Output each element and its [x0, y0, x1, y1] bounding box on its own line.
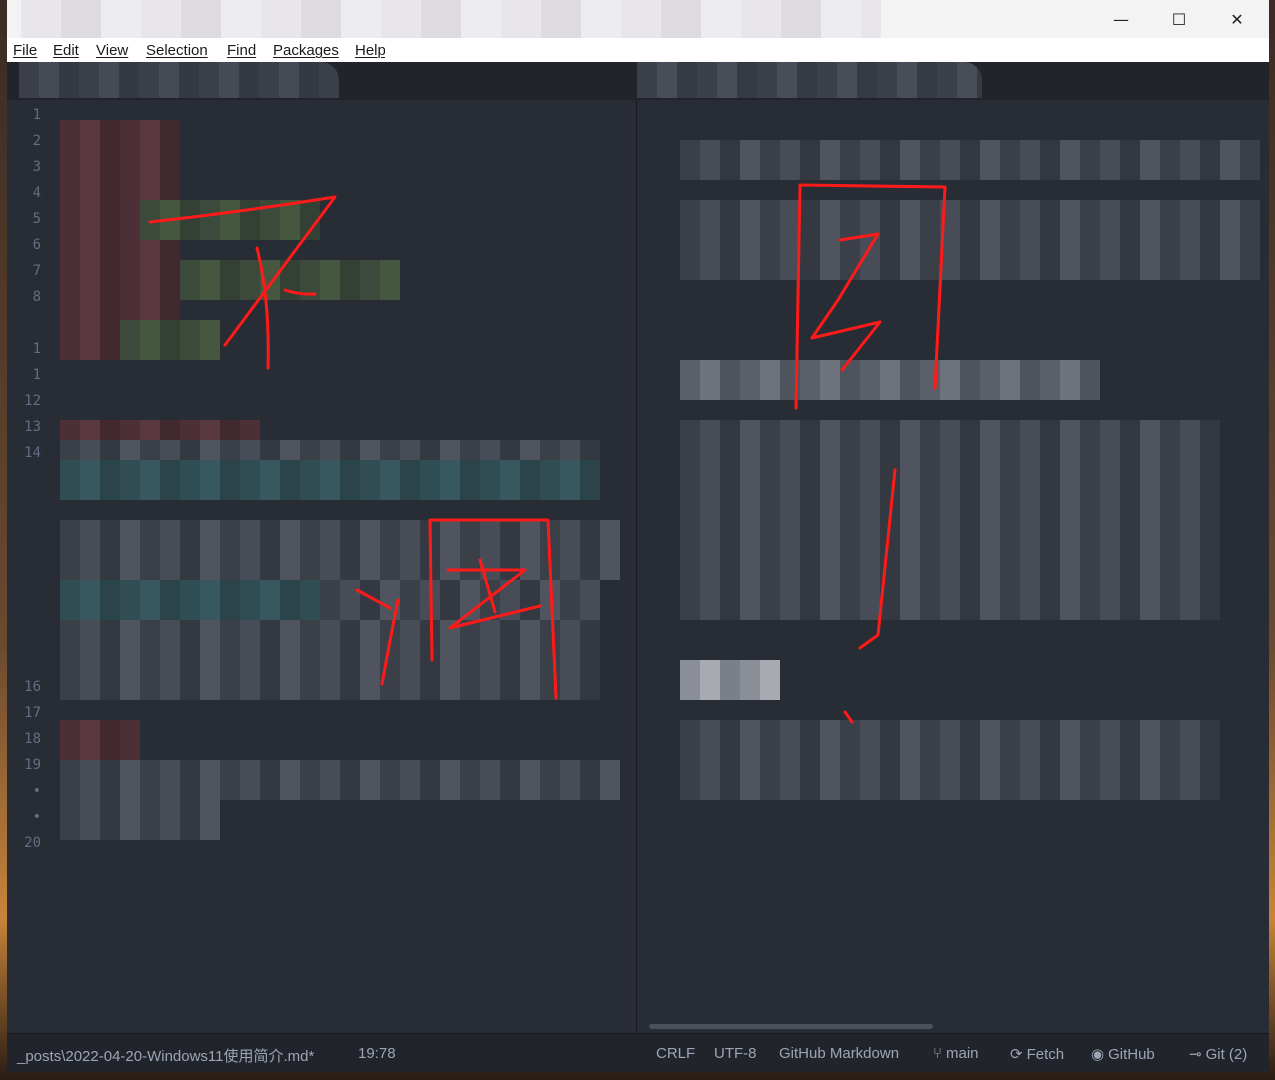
preview-horizontal-scrollbar[interactable] — [649, 1024, 933, 1029]
line-number: 19 — [24, 757, 41, 773]
blurred-title — [21, 0, 881, 38]
minimize-icon: — — [1113, 9, 1129, 29]
git-commit-icon: ⊸ — [1189, 1046, 1202, 1063]
git-branch-icon: ⑂ — [933, 1045, 943, 1062]
line-number: 8 — [32, 289, 41, 305]
blurred-code — [60, 460, 600, 500]
blurred-code — [140, 200, 320, 240]
line-number: 16 — [24, 679, 41, 695]
line-ending-select[interactable]: CRLF — [656, 1045, 695, 1062]
git-button[interactable]: ⊸ Git (2) — [1189, 1045, 1247, 1063]
file-path-label[interactable]: _posts\2022-04-20-Windows11使用简介.md* — [17, 1045, 314, 1066]
line-number: 20 — [24, 835, 41, 851]
minimize-button[interactable]: — — [1092, 0, 1150, 38]
line-number: 12 — [24, 393, 41, 409]
github-icon: ◉ — [1091, 1046, 1105, 1063]
menu-bar: File Edit View Selection Find Packages H… — [7, 38, 1269, 62]
cursor-position[interactable]: 19:78 — [358, 1045, 396, 1062]
line-number: 4 — [32, 185, 41, 201]
blurred-preview — [680, 720, 1220, 800]
tab-bar — [7, 62, 1269, 100]
blurred-code — [60, 760, 620, 800]
line-number: 1 — [32, 341, 41, 357]
line-number: 14 — [24, 445, 41, 461]
blurred-preview — [680, 140, 1260, 180]
blurred-code — [60, 520, 620, 580]
line-number: 1 — [32, 107, 41, 123]
fetch-button[interactable]: ⟳ Fetch — [1010, 1045, 1064, 1063]
blurred-code — [60, 800, 220, 840]
git-label: Git (2) — [1205, 1046, 1248, 1063]
line-number: 5 — [32, 211, 41, 227]
menu-selection[interactable]: Selection — [146, 42, 208, 59]
line-number: 2 — [32, 133, 41, 149]
github-label: GitHub — [1108, 1046, 1155, 1063]
markdown-preview-pane[interactable] — [637, 100, 1269, 1033]
blurred-preview — [680, 480, 1220, 620]
github-button[interactable]: ◉ GitHub — [1091, 1045, 1155, 1063]
status-bar: _posts\2022-04-20-Windows11使用简介.md* 19:7… — [7, 1033, 1269, 1072]
blurred-code — [320, 580, 600, 620]
line-number: • — [32, 809, 41, 825]
blurred-code — [120, 320, 220, 360]
blurred-code — [60, 620, 600, 700]
editor-pane[interactable]: 1 2 3 4 5 6 7 8 1 1 12 13 14 16 17 18 19… — [7, 100, 636, 1033]
line-number: 7 — [32, 263, 41, 279]
sync-icon: ⟳ — [1010, 1046, 1023, 1063]
blurred-code — [180, 260, 400, 300]
menu-packages[interactable]: Packages — [273, 42, 339, 59]
grammar-select[interactable]: GitHub Markdown — [779, 1045, 899, 1062]
branch-button[interactable]: ⑂ main — [933, 1045, 979, 1062]
maximize-icon: ☐ — [1171, 9, 1187, 29]
line-number: 3 — [32, 159, 41, 175]
line-number: 17 — [24, 705, 41, 721]
branch-label: main — [946, 1045, 979, 1062]
blurred-code — [60, 440, 600, 460]
title-bar[interactable]: — ☐ ✕ — [7, 0, 1269, 38]
menu-help[interactable]: Help — [355, 42, 385, 60]
maximize-button[interactable]: ☐ — [1150, 0, 1208, 38]
blurred-code — [60, 720, 140, 760]
blurred-preview — [680, 360, 1100, 400]
menu-view[interactable]: View — [96, 42, 128, 59]
menu-file[interactable]: File — [13, 42, 37, 59]
app-window: — ☐ ✕ File Edit View Selection Find Pack… — [7, 0, 1269, 1072]
encoding-select[interactable]: UTF-8 — [714, 1045, 757, 1062]
line-number: 1 — [32, 367, 41, 383]
close-button[interactable]: ✕ — [1208, 0, 1266, 38]
blurred-code — [60, 580, 320, 620]
blurred-preview — [680, 200, 1260, 280]
tab-markdown-file[interactable] — [19, 62, 339, 98]
line-number: 18 — [24, 731, 41, 747]
blurred-preview — [680, 420, 1220, 480]
blurred-code — [60, 420, 260, 440]
tab-markdown-preview[interactable] — [637, 62, 982, 98]
close-icon: ✕ — [1230, 9, 1244, 29]
line-number: • — [32, 783, 41, 799]
menu-edit[interactable]: Edit — [53, 42, 79, 59]
fetch-label: Fetch — [1026, 1046, 1065, 1063]
line-number: 6 — [32, 237, 41, 253]
menu-find[interactable]: Find — [227, 42, 256, 59]
blurred-preview — [680, 660, 780, 700]
line-number: 13 — [24, 419, 41, 435]
